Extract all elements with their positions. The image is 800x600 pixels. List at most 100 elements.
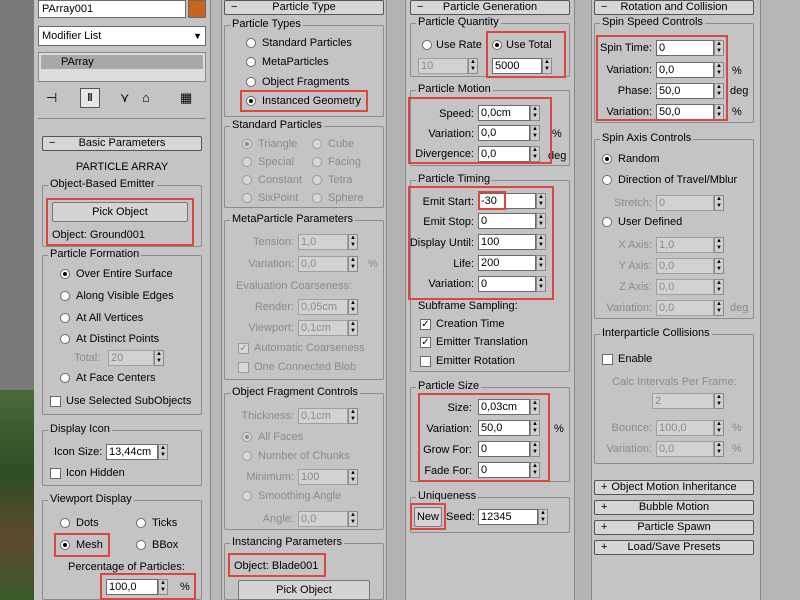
thickness-label: Thickness: — [241, 410, 294, 422]
radio-triangle[interactable] — [242, 139, 252, 149]
rollout-particle-type[interactable]: − Particle Type — [224, 0, 384, 15]
stack-item-parray[interactable]: PArray — [41, 55, 203, 69]
configure-modifier-sets-icon[interactable]: ▦ — [180, 90, 192, 106]
group-title: Particle Motion — [416, 83, 493, 96]
total-spinner[interactable]: 20 ▲ ▼ — [108, 350, 164, 366]
radio-at-all-vertices[interactable] — [60, 313, 70, 323]
checkbox-automatic-coarseness[interactable]: ✓ — [238, 343, 249, 354]
radio-sphere[interactable] — [312, 193, 322, 203]
label: Enable — [618, 353, 653, 365]
radio-object-fragments[interactable] — [246, 77, 256, 87]
radio-facing[interactable] — [312, 157, 322, 167]
rollout-basic-parameters[interactable]: − Basic Parameters — [42, 136, 202, 151]
angle-label: Angle: — [262, 513, 294, 525]
panel-scrollbar[interactable] — [760, 0, 800, 600]
radio-smoothing-angle[interactable] — [242, 491, 252, 501]
radio-all-faces[interactable] — [242, 432, 252, 442]
checkbox-use-selected-subobjects[interactable] — [50, 396, 61, 407]
checkbox-enable-collisions[interactable] — [602, 354, 613, 365]
panel-scrollbar[interactable] — [386, 0, 406, 600]
rollout-rotation-and-collision[interactable]: − Rotation and Collision — [594, 0, 754, 15]
checkbox-creation-time[interactable]: ✓ — [420, 319, 431, 330]
radio-special[interactable] — [242, 157, 252, 167]
render-spinner[interactable]: 0,05cm ▲ ▼ — [298, 299, 358, 315]
group-title: Instancing Parameters — [230, 536, 345, 549]
y-axis-spinner[interactable]: 0,0 ▲ ▼ — [656, 258, 724, 274]
unit-label: % — [732, 422, 742, 434]
checkbox-emitter-rotation[interactable] — [420, 356, 431, 367]
axis-variation-spinner[interactable]: 0,0 ▲ ▼ — [656, 300, 724, 316]
unit-label: deg — [730, 85, 749, 97]
checkbox-one-connected-blob[interactable] — [238, 362, 249, 373]
object-color-swatch[interactable] — [188, 0, 206, 18]
radio-use-rate[interactable] — [422, 40, 432, 50]
bounce-label: Bounce: — [611, 422, 652, 434]
variation-spinner[interactable]: 0,0 ▲ ▼ — [298, 256, 358, 272]
highlight — [228, 553, 326, 577]
pin-stack-icon[interactable]: ⊣ — [46, 90, 57, 106]
checkbox-icon-hidden[interactable] — [50, 468, 61, 479]
label: Icon Hidden — [66, 467, 125, 479]
group-title: Object Fragment Controls — [230, 386, 360, 399]
checkbox-emitter-translation[interactable]: ✓ — [420, 337, 431, 348]
rollout-bubble-motion[interactable]: + Bubble Motion — [594, 500, 754, 515]
angle-spinner[interactable]: 0,0 ▲ ▼ — [298, 511, 358, 527]
show-end-result-icon[interactable]: ‖ — [80, 88, 100, 108]
radio-cube[interactable] — [312, 139, 322, 149]
label: All Faces — [258, 431, 304, 443]
rate-spinner[interactable]: 10 ▲ ▼ — [418, 58, 478, 74]
icon-size-spinner[interactable]: 13,44cm ▲ ▼ — [106, 444, 168, 460]
highlight — [100, 573, 196, 600]
radio-ticks[interactable] — [136, 518, 146, 528]
radio-random[interactable] — [602, 154, 612, 164]
group-title: Display Icon — [48, 423, 112, 436]
radio-number-of-chunks[interactable] — [242, 451, 252, 461]
radio-dots[interactable] — [60, 518, 70, 528]
radio-direction-of-travel[interactable] — [602, 175, 612, 185]
radio-standard-particles[interactable] — [246, 38, 256, 48]
unit-label: deg — [730, 302, 749, 314]
label: MetaParticles — [262, 56, 329, 68]
radio-metaparticles[interactable] — [246, 57, 256, 67]
label: Emitter Rotation — [436, 355, 515, 367]
rollout-particle-generation[interactable]: − Particle Generation — [410, 0, 570, 15]
seed-spinner[interactable]: 12345 ▲ ▼ — [478, 509, 548, 525]
panel-scrollbar[interactable] — [210, 0, 222, 600]
make-unique-icon[interactable]: ⋎ — [120, 90, 130, 106]
rollout-object-motion-inheritance[interactable]: + Object Motion Inheritance — [594, 480, 754, 495]
radio-over-entire-surface[interactable] — [60, 269, 70, 279]
rollout-particle-spawn[interactable]: + Particle Spawn — [594, 520, 754, 535]
remove-modifier-icon[interactable]: ⌂ — [142, 90, 150, 105]
bounce-variation-spinner[interactable]: 0,0 ▲ ▼ — [656, 441, 724, 457]
group-title: MetaParticle Parameters — [230, 213, 356, 226]
radio-bbox[interactable] — [136, 540, 146, 550]
object-name-field[interactable]: PArray001 — [38, 0, 186, 18]
highlight — [596, 35, 728, 121]
stretch-spinner[interactable]: 0 ▲ ▼ — [656, 195, 724, 211]
instancing-pick-object-button[interactable]: Pick Object — [238, 580, 370, 600]
radio-constant[interactable] — [242, 175, 252, 185]
minimum-label: Minimum: — [246, 471, 294, 483]
label: One Connected Blob — [254, 361, 357, 373]
panel-scrollbar[interactable] — [574, 0, 592, 600]
thickness-spinner[interactable]: 0,1cm ▲ ▼ — [298, 408, 358, 424]
radio-at-face-centers[interactable] — [60, 373, 70, 383]
bounce-spinner[interactable]: 100,0 ▲ ▼ — [656, 420, 724, 436]
z-axis-spinner[interactable]: 0,0 ▲ ▼ — [656, 279, 724, 295]
radio-at-distinct-points[interactable] — [60, 334, 70, 344]
radio-user-defined[interactable] — [602, 217, 612, 227]
radio-tetra[interactable] — [312, 175, 322, 185]
radio-sixpoint[interactable] — [242, 193, 252, 203]
viewport-spinner[interactable]: 0,1cm ▲ ▼ — [298, 320, 358, 336]
calc-intervals-spinner[interactable]: 2 ▲ ▼ — [652, 393, 724, 409]
label: Number of Chunks — [258, 450, 350, 462]
modifier-list-dropdown[interactable]: Modifier List ▼ — [38, 26, 206, 46]
highlight — [54, 533, 110, 557]
modifier-stack[interactable]: PArray — [38, 52, 206, 82]
rollout-load-save-presets[interactable]: + Load/Save Presets — [594, 540, 754, 555]
tension-spinner[interactable]: 1,0 ▲ ▼ — [298, 234, 358, 250]
group-title: Viewport Display — [48, 493, 134, 506]
x-axis-spinner[interactable]: 1,0 ▲ ▼ — [656, 237, 724, 253]
minimum-spinner[interactable]: 100 ▲ ▼ — [298, 469, 358, 485]
radio-along-visible-edges[interactable] — [60, 291, 70, 301]
